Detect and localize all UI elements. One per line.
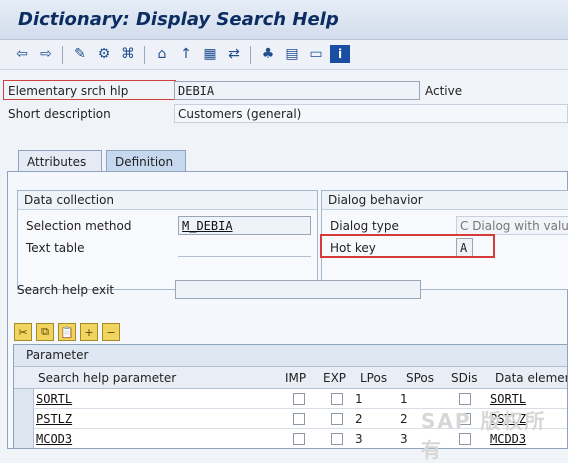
tab-definition[interactable]: Definition bbox=[106, 150, 186, 172]
row-selector[interactable] bbox=[14, 429, 34, 448]
info-icon[interactable]: i bbox=[330, 45, 350, 63]
short-description-label: Short description bbox=[8, 107, 111, 121]
selection-method-value[interactable]: M_DEBIA bbox=[182, 219, 233, 233]
layout-icon[interactable]: ♣ bbox=[258, 45, 278, 63]
search-help-exit-label: Search help exit bbox=[17, 283, 115, 297]
table-toolbar: ✂ ⧉ 📋 + − bbox=[14, 323, 120, 343]
other-object-icon[interactable]: ⇄ bbox=[224, 45, 244, 63]
data-collection-title: Data collection bbox=[18, 191, 317, 210]
parameter-name[interactable]: PSTLZ bbox=[36, 412, 72, 426]
dialog-behavior-title: Dialog behavior bbox=[322, 191, 568, 210]
parameter-name[interactable]: MCOD3 bbox=[36, 432, 72, 446]
column-data-element: Data element bbox=[495, 371, 567, 385]
insert-row-icon[interactable]: + bbox=[80, 323, 98, 341]
exp-checkbox[interactable] bbox=[331, 393, 343, 405]
parameter-table-title: Parameter bbox=[14, 345, 567, 367]
window-title: Dictionary: Display Search Help bbox=[18, 9, 339, 30]
hot-key-highlight bbox=[320, 234, 495, 258]
selection-method-label: Selection method bbox=[26, 219, 132, 233]
column-spos: SPos bbox=[406, 371, 435, 385]
exp-checkbox[interactable] bbox=[331, 413, 343, 425]
back-arrow-icon[interactable]: ⇦ bbox=[12, 45, 32, 63]
imp-checkbox[interactable] bbox=[293, 433, 305, 445]
dialog-type-field[interactable]: C Dialog with value r bbox=[456, 216, 568, 235]
data-collection-group: Data collection Selection method M_DEBIA… bbox=[17, 190, 318, 290]
paste-icon[interactable]: 📋 bbox=[58, 323, 76, 341]
data-element-value[interactable]: SORTL bbox=[490, 392, 526, 406]
text-table-field[interactable] bbox=[178, 238, 311, 257]
delete-row-icon[interactable]: − bbox=[102, 323, 120, 341]
column-exp: EXP bbox=[323, 371, 347, 385]
text-table-label: Text table bbox=[26, 241, 85, 255]
watermark: SAP 版权所有 bbox=[421, 409, 547, 462]
row-selector[interactable] bbox=[14, 389, 34, 409]
column-imp: IMP bbox=[285, 371, 307, 385]
tab-definition-label: Definition bbox=[115, 155, 174, 169]
application-toolbar: ⇦ ⇨ ✎ ⚙ ⌘ ⌂ ↑ ▦ ⇄ ♣ ▤ ▭ i bbox=[0, 40, 568, 70]
display-change-icon[interactable]: ✎ bbox=[70, 45, 90, 63]
toolbar-separator bbox=[250, 46, 251, 64]
lpos-value[interactable]: 2 bbox=[355, 412, 363, 426]
status-text: Active bbox=[425, 84, 463, 98]
spos-value[interactable]: 1 bbox=[400, 392, 408, 406]
spos-value[interactable]: 2 bbox=[400, 412, 408, 426]
display-icon[interactable]: ▭ bbox=[306, 45, 326, 63]
elementary-search-help-label: Elementary srch hlp bbox=[8, 84, 129, 98]
activate-icon[interactable]: ⚙ bbox=[94, 45, 114, 63]
graphic-icon[interactable]: ↑ bbox=[176, 45, 196, 63]
column-search-help-parameter: Search help parameter bbox=[38, 371, 177, 385]
cut-icon[interactable]: ✂ bbox=[14, 323, 32, 341]
column-sdis: SDis bbox=[451, 371, 478, 385]
toolbar-separator bbox=[62, 46, 63, 64]
dialog-type-label: Dialog type bbox=[330, 219, 399, 233]
selection-method-field[interactable]: M_DEBIA bbox=[178, 216, 311, 235]
imp-checkbox[interactable] bbox=[293, 413, 305, 425]
copy-icon[interactable]: ⧉ bbox=[36, 323, 54, 341]
search-help-name-field[interactable]: DEBIA bbox=[174, 81, 420, 100]
print-icon[interactable]: ▤ bbox=[282, 45, 302, 63]
window-titlebar: Dictionary: Display Search Help bbox=[0, 0, 568, 40]
where-used-icon[interactable]: ⌂ bbox=[152, 45, 172, 63]
parameter-name[interactable]: SORTL bbox=[36, 392, 72, 406]
imp-checkbox[interactable] bbox=[293, 393, 305, 405]
spos-value[interactable]: 3 bbox=[400, 432, 408, 446]
tab-attributes[interactable]: Attributes bbox=[18, 150, 102, 172]
exp-checkbox[interactable] bbox=[331, 433, 343, 445]
search-help-exit-field[interactable] bbox=[175, 280, 421, 299]
tab-attributes-label: Attributes bbox=[27, 155, 87, 169]
short-description-field[interactable]: Customers (general) bbox=[174, 104, 568, 123]
hierarchy-icon[interactable]: ▦ bbox=[200, 45, 220, 63]
toolbar-separator bbox=[144, 46, 145, 64]
column-lpos: LPos bbox=[360, 371, 388, 385]
object-list-icon[interactable]: ⌘ bbox=[118, 45, 138, 63]
parameter-table-header: Search help parameter IMP EXP LPos SPos … bbox=[14, 367, 567, 389]
lpos-value[interactable]: 1 bbox=[355, 392, 363, 406]
forward-arrow-icon[interactable]: ⇨ bbox=[36, 45, 56, 63]
sdis-checkbox[interactable] bbox=[459, 393, 471, 405]
row-selector[interactable] bbox=[14, 409, 34, 429]
lpos-value[interactable]: 3 bbox=[355, 432, 363, 446]
